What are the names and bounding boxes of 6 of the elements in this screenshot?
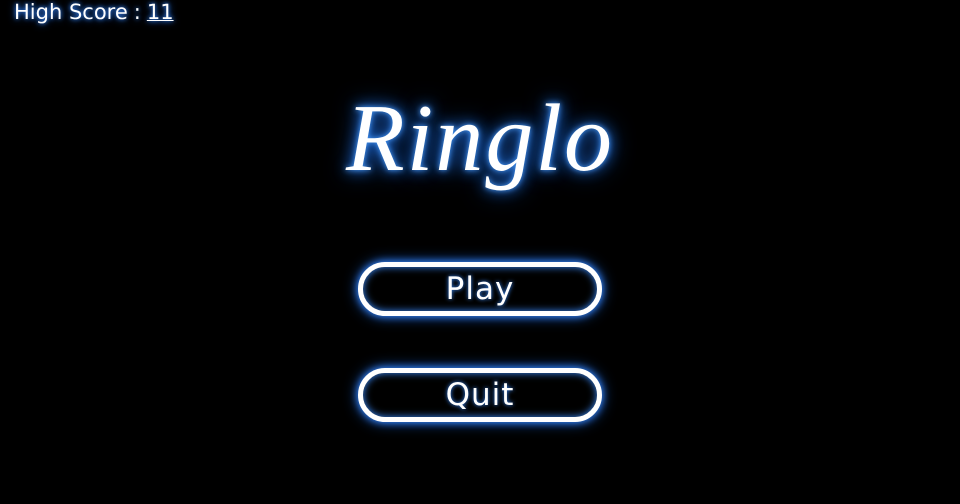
menu-button[interactable]: Quit: [358, 368, 602, 422]
game-title: Ringlo: [346, 83, 614, 193]
separator: :: [134, 0, 141, 24]
high-score-label: High Score: [14, 0, 128, 24]
menu-button[interactable]: Play: [358, 262, 602, 316]
high-score-value: 11: [146, 0, 174, 24]
